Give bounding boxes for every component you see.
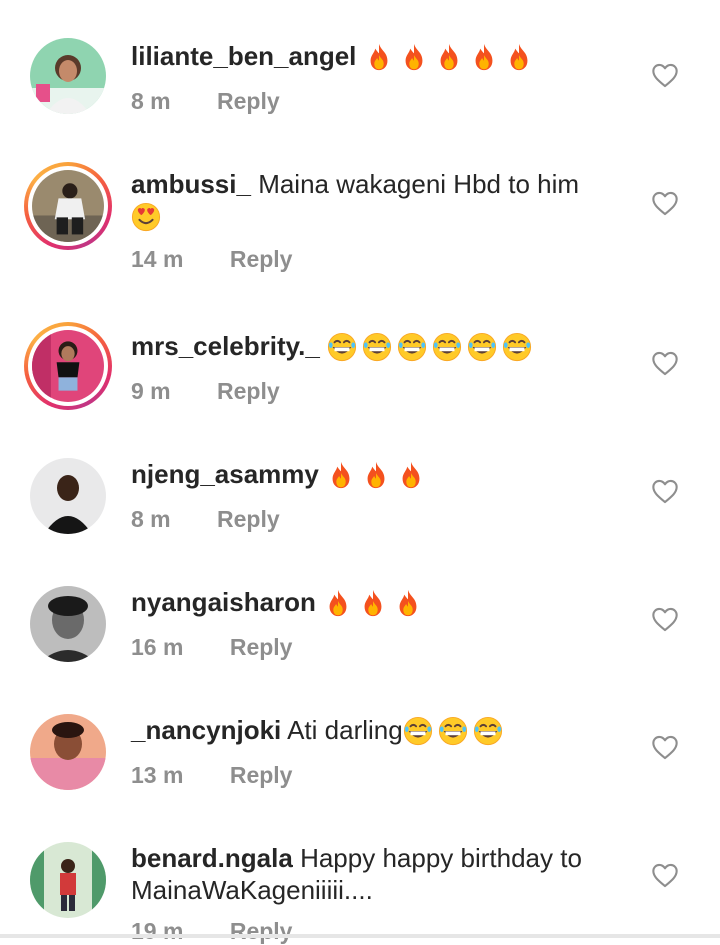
reply-button[interactable]: Reply xyxy=(230,634,293,661)
reply-button[interactable]: Reply xyxy=(217,506,280,533)
username[interactable]: njeng_asammy xyxy=(131,459,319,489)
heart-eyes-emoji-icon xyxy=(131,203,161,232)
fire-emoji-icon xyxy=(510,44,528,71)
comment-timestamp: 8 m xyxy=(131,88,171,115)
laughing-emoji-icon xyxy=(433,333,462,362)
username[interactable]: benard.ngala xyxy=(131,843,293,873)
avatar[interactable] xyxy=(30,38,106,114)
comment-timestamp: 19 m xyxy=(131,918,184,944)
laughing-emoji-icon xyxy=(403,717,432,746)
username[interactable]: _nancynjoki xyxy=(131,715,281,745)
reply-button[interactable]: Reply xyxy=(230,918,293,945)
avatar[interactable] xyxy=(30,458,106,534)
heart-outline-icon[interactable] xyxy=(651,190,679,216)
laughing-emoji-icon xyxy=(363,333,392,362)
fire-emoji-icon xyxy=(364,590,382,617)
avatar[interactable] xyxy=(24,162,112,250)
emoji-group xyxy=(323,588,428,620)
laughing-emoji-icon xyxy=(473,717,502,746)
username[interactable]: liliante_ben_angel xyxy=(131,41,356,71)
emoji-group xyxy=(326,460,431,492)
laughing-emoji-icon xyxy=(328,333,357,362)
heart-outline-icon[interactable] xyxy=(651,606,679,632)
fire-emoji-icon xyxy=(332,462,350,489)
reply-button[interactable]: Reply xyxy=(230,762,293,789)
fire-emoji-icon xyxy=(329,590,347,617)
comment-timestamp: 14 m xyxy=(131,246,184,273)
avatar[interactable] xyxy=(30,586,106,662)
fire-emoji-icon xyxy=(367,462,385,489)
reply-button[interactable]: Reply xyxy=(217,378,280,405)
laughing-emoji-icon xyxy=(503,333,532,362)
username[interactable]: ambussi_ xyxy=(131,169,251,199)
heart-outline-icon[interactable] xyxy=(651,350,679,376)
fire-emoji-icon xyxy=(405,44,423,71)
fire-emoji-icon xyxy=(440,44,458,71)
fire-emoji-icon xyxy=(475,44,493,71)
heart-outline-icon[interactable] xyxy=(651,734,679,760)
emoji-group xyxy=(131,202,166,234)
fire-emoji-icon xyxy=(399,590,417,617)
comment-timestamp: 13 m xyxy=(131,762,184,789)
reply-button[interactable]: Reply xyxy=(217,88,280,115)
fire-emoji-icon xyxy=(402,462,420,489)
bottom-divider xyxy=(0,934,720,938)
comment-timestamp: 8 m xyxy=(131,506,171,533)
laughing-emoji-icon xyxy=(438,717,467,746)
emoji-group xyxy=(403,716,508,748)
comment-timestamp: 16 m xyxy=(131,634,184,661)
avatar[interactable] xyxy=(30,714,106,790)
username[interactable]: nyangaisharon xyxy=(131,587,316,617)
fire-emoji-icon xyxy=(370,44,388,71)
laughing-emoji-icon xyxy=(468,333,497,362)
emoji-group xyxy=(364,42,539,74)
laughing-emoji-icon xyxy=(398,333,427,362)
comment-text: Maina wakageni Hbd to him xyxy=(258,169,580,199)
username[interactable]: mrs_celebrity._ xyxy=(131,331,320,361)
comment-timestamp: 9 m xyxy=(131,378,171,405)
emoji-group xyxy=(327,332,537,364)
heart-outline-icon[interactable] xyxy=(651,862,679,888)
avatar[interactable] xyxy=(24,322,112,410)
reply-button[interactable]: Reply xyxy=(230,246,293,273)
heart-outline-icon[interactable] xyxy=(651,62,679,88)
comment-text: Ati darling xyxy=(287,715,403,745)
heart-outline-icon[interactable] xyxy=(651,478,679,504)
avatar[interactable] xyxy=(30,842,106,918)
